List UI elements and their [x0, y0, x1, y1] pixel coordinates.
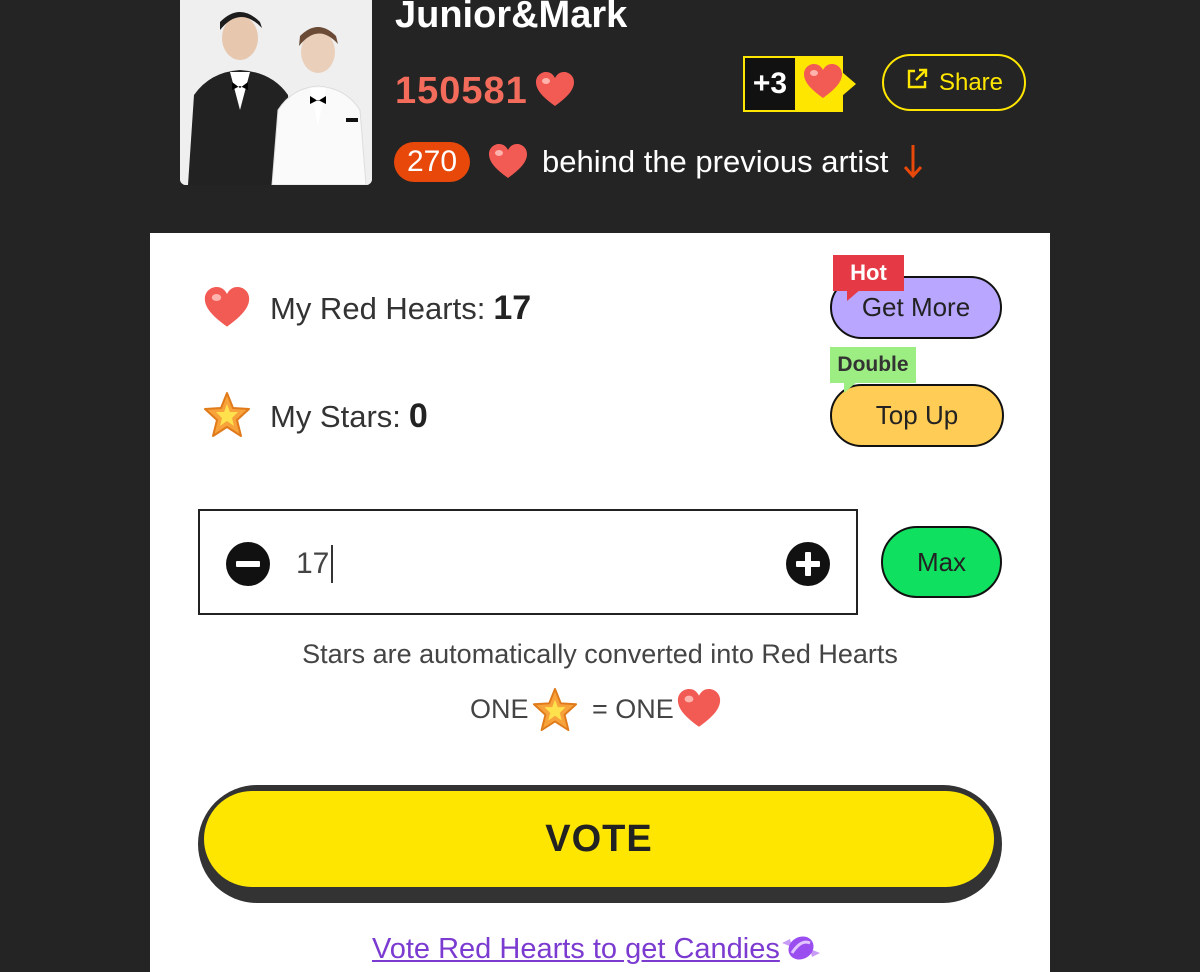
plus-icon[interactable]: [786, 542, 830, 586]
red-hearts-value: 17: [493, 289, 532, 327]
artist-photo: [180, 0, 372, 185]
double-tag: Double: [830, 347, 916, 383]
artist-name: Junior&Mark: [395, 0, 628, 36]
red-hearts-label: My Red Hearts:: [270, 291, 486, 326]
one-right: = ONE: [592, 694, 674, 724]
bonus-count: +3: [743, 56, 797, 112]
quantity-input[interactable]: [296, 541, 756, 587]
red-hearts-row: My Red Hearts: 17: [270, 288, 531, 329]
stars-value: 0: [408, 397, 428, 435]
double-tag-tail: [844, 381, 858, 393]
quantity-stepper: [198, 509, 858, 615]
heart-icon: [203, 287, 251, 329]
share-button[interactable]: Share: [882, 54, 1026, 111]
heart-icon: [803, 64, 843, 100]
star-icon: [530, 687, 580, 733]
conversion-note: Stars are automatically converted into R…: [302, 639, 898, 669]
star-icon: [202, 391, 252, 439]
minus-icon[interactable]: [226, 542, 270, 586]
hot-tag-tail: [847, 289, 861, 301]
behind-text: behind the previous artist: [542, 144, 889, 179]
top-up-button[interactable]: Top Up: [830, 384, 1004, 447]
one-left: ONE: [470, 694, 529, 724]
stars-label: My Stars:: [270, 399, 401, 434]
share-label: Share: [938, 68, 1004, 96]
vote-card: My Red Hearts: 17 Get More Hot My Stars: 0…: [150, 233, 1050, 972]
artist-vote-count: 150581: [395, 70, 528, 112]
conversion-rate: ONE = ONE: [470, 689, 674, 729]
hot-tag: Hot: [833, 255, 904, 291]
heart-icon: [535, 72, 575, 108]
stars-row: My Stars: 0: [270, 396, 428, 437]
max-button[interactable]: Max: [881, 526, 1002, 598]
vote-button[interactable]: VOTE: [202, 789, 996, 889]
bonus-badge-arrow: [842, 72, 856, 96]
heart-icon: [488, 144, 528, 180]
down-arrow-icon: [902, 143, 924, 179]
share-icon: [905, 67, 929, 98]
heart-icon: [676, 689, 722, 729]
text-caret: [331, 545, 333, 583]
behind-count-badge: 270: [394, 142, 470, 182]
candies-link[interactable]: Vote Red Hearts to get Candies: [372, 929, 780, 969]
bonus-hearts-badge[interactable]: +3: [743, 56, 856, 112]
candy-icon: [778, 925, 824, 971]
